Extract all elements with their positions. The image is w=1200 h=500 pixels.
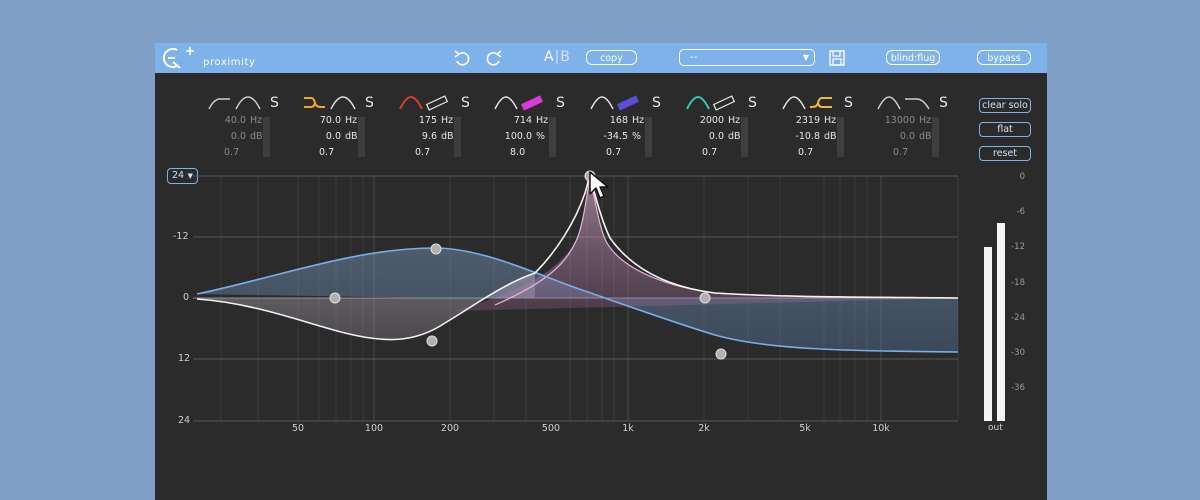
db-label: 12 <box>178 353 191 364</box>
output-meter-left-bar <box>984 246 992 421</box>
output-meter-right-bar <box>997 223 1005 421</box>
freq-label: 50 <box>291 423 305 434</box>
freq-label: 1k <box>622 423 634 434</box>
eq-graph[interactable] <box>155 43 1047 500</box>
freq-label: 500 <box>541 423 561 434</box>
meter-scale-label: 0 <box>1019 172 1025 182</box>
freq-label: 5k <box>799 423 811 434</box>
plugin-window: proximity A|B copy -- ▼ blind:flug bypas… <box>155 43 1047 500</box>
band-handle-3[interactable] <box>430 243 442 255</box>
db-label: 24 <box>178 415 191 426</box>
meter-scale-label: -6 <box>1016 207 1025 217</box>
db-label: 0 <box>183 292 190 303</box>
freq-label: 100 <box>364 423 384 434</box>
band-handle-7[interactable] <box>715 348 727 360</box>
band-handle-2[interactable] <box>329 292 341 304</box>
mouse-cursor-icon <box>589 171 609 199</box>
pink-curve-fill <box>455 176 958 311</box>
freq-label: 10k <box>872 423 890 434</box>
freq-label: 2k <box>698 423 710 434</box>
output-meter-label: out <box>988 423 1003 433</box>
freq-label: 200 <box>440 423 460 434</box>
band-handle-6[interactable] <box>699 292 711 304</box>
db-label: -12 <box>173 231 189 242</box>
band-handle-5[interactable] <box>426 335 438 347</box>
